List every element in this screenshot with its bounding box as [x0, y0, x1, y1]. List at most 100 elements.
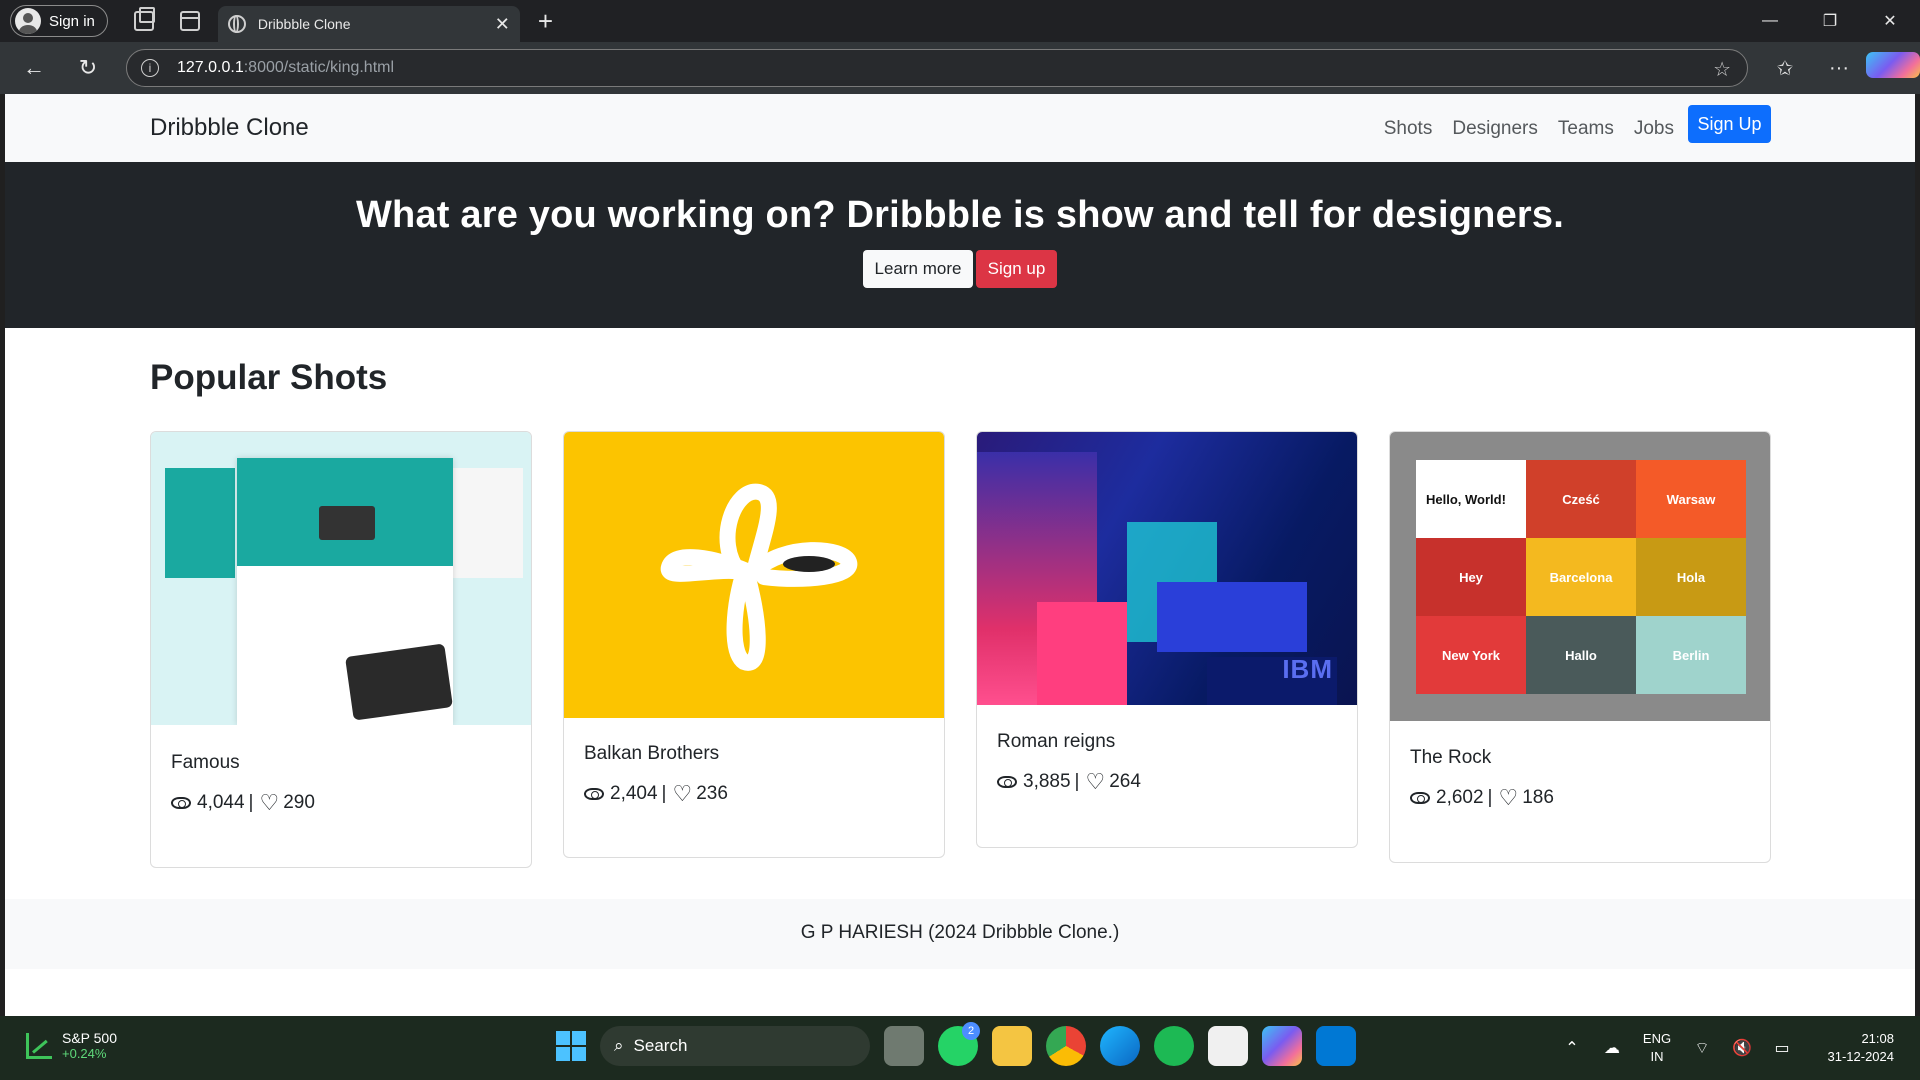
shot-card[interactable]: Famous 4,044 | ♡ 290 [150, 431, 532, 868]
edge-icon[interactable] [1100, 1026, 1140, 1066]
wifi-icon[interactable]: ⌔ [1682, 1038, 1722, 1058]
shot-title[interactable]: The Rock [1410, 747, 1770, 769]
reload-icon[interactable]: ↻ [68, 55, 108, 81]
shot-title[interactable]: Balkan Brothers [584, 743, 944, 765]
whatsapp-icon[interactable]: 2 [938, 1022, 980, 1066]
shot-thumbnail[interactable]: Hello, World! Cześć Warsaw Hey Barcelona… [1390, 432, 1770, 721]
browser-tab-bar: Sign in Dribbble Clone ✕ + — ❐ ✕ [0, 0, 1920, 42]
shot-thumbnail[interactable]: IBM [977, 432, 1357, 705]
url-input[interactable]: i 127.0.0.1 :8000/static/king.html ☆ [126, 49, 1748, 87]
city-cell: Cześć [1526, 460, 1636, 538]
likes-count: 236 [696, 783, 728, 804]
start-windows-icon[interactable] [556, 1031, 586, 1061]
nav-links: Shots Designers Teams Jobs Sign Up [1364, 105, 1771, 143]
shot-card[interactable]: Balkan Brothers 2,404 | ♡ 236 [563, 431, 945, 858]
learn-more-button[interactable]: Learn more [863, 250, 973, 288]
hero-banner: What are you working on? Dribbble is sho… [5, 162, 1915, 328]
url-host: 127.0.0.1 [177, 59, 244, 76]
site-brand[interactable]: Dribbble Clone [150, 114, 309, 142]
store-icon[interactable] [1208, 1026, 1248, 1066]
shot-card[interactable]: Hello, World! Cześć Warsaw Hey Barcelona… [1389, 431, 1771, 863]
shot-title[interactable]: Roman reigns [997, 731, 1357, 753]
nav-link-jobs[interactable]: Jobs [1634, 108, 1674, 140]
stat-separator: | [1074, 771, 1080, 792]
views-count: 2,602 [1436, 787, 1484, 808]
city-cell: Barcelona [1526, 538, 1636, 616]
file-explorer-icon[interactable] [992, 1026, 1032, 1066]
site-navbar: Dribbble Clone Shots Designers Teams Job… [5, 94, 1915, 162]
stat-separator: | [661, 783, 667, 804]
city-cell: New York [1416, 616, 1526, 694]
language-indicator[interactable]: ENG IN [1632, 1030, 1682, 1066]
shot-stats: 2,602 | ♡ 186 [1410, 787, 1770, 809]
clock[interactable]: 21:08 31-12-2024 [1802, 1030, 1895, 1066]
browser-tab-active[interactable]: Dribbble Clone ✕ [217, 6, 520, 42]
shot-thumbnail[interactable] [151, 432, 531, 725]
thumb-block-blue [1157, 582, 1307, 652]
page-viewport: Dribbble Clone Shots Designers Teams Job… [5, 94, 1915, 1016]
heart-icon[interactable]: ♡ [1085, 771, 1105, 793]
taskbar-search-label: Search [633, 1036, 688, 1055]
taskbar-apps: ⌕ Search 2 [556, 1022, 1356, 1066]
new-tab-button[interactable]: + [538, 6, 553, 37]
speaker-muted-icon[interactable]: 🔇 [1722, 1038, 1762, 1058]
vscode-icon[interactable] [1316, 1026, 1356, 1066]
restore-button[interactable]: ❐ [1800, 0, 1860, 42]
shot-thumbnail[interactable] [564, 432, 944, 718]
nav-link-teams[interactable]: Teams [1558, 108, 1614, 140]
heart-icon[interactable]: ♡ [1498, 787, 1518, 809]
close-window-button[interactable]: ✕ [1860, 0, 1920, 42]
system-tray: ⌃ ☁ ENG IN ⌔ 🔇 ▭ 21:08 31-12-2024 [1552, 1016, 1920, 1080]
heart-icon[interactable]: ♡ [672, 783, 692, 805]
nav-link-designers[interactable]: Designers [1452, 108, 1538, 140]
shot-card[interactable]: IBM Roman reigns 3,885 | ♡ 264 [976, 431, 1358, 848]
onedrive-icon[interactable]: ☁ [1592, 1038, 1632, 1058]
copilot-button[interactable] [1866, 52, 1920, 84]
thumb-laptop [319, 506, 375, 540]
favorites-icon[interactable]: ✩ [1758, 56, 1812, 81]
eye-icon [997, 776, 1017, 788]
shot-title[interactable]: Famous [171, 752, 531, 774]
views-count: 4,044 [197, 792, 245, 813]
taskbar-search-input[interactable]: ⌕ Search [600, 1026, 870, 1066]
city-cell: Warsaw [1636, 460, 1746, 538]
browser-address-bar: ← ↻ i 127.0.0.1 :8000/static/king.html ☆… [0, 42, 1920, 94]
search-icon: ⌕ [614, 1036, 624, 1055]
chevron-up-icon[interactable]: ⌃ [1552, 1038, 1592, 1058]
city-grid: Hello, World! Cześć Warsaw Hey Barcelona… [1416, 460, 1746, 694]
likes-count: 186 [1522, 787, 1554, 808]
heart-icon[interactable]: ♡ [259, 792, 279, 814]
nav-link-shots[interactable]: Shots [1384, 108, 1433, 140]
spotify-icon[interactable] [1154, 1026, 1194, 1066]
profile-sign-in-label: Sign in [49, 12, 95, 30]
chrome-icon[interactable] [1046, 1026, 1086, 1066]
nav-sign-up-button[interactable]: Sign Up [1688, 105, 1771, 143]
city-cell: Berlin [1636, 616, 1746, 694]
city-cell: Hola [1636, 538, 1746, 616]
thumb-side-panel-right [453, 468, 523, 578]
stock-widget[interactable]: S&P 500 +0.24% [26, 1030, 117, 1061]
more-options-icon[interactable]: ··· [1812, 57, 1866, 80]
hero-sign-up-button[interactable]: Sign up [976, 250, 1057, 288]
tab-actions-icon[interactable] [179, 11, 200, 31]
workspaces-icon[interactable] [133, 7, 155, 31]
battery-icon[interactable]: ▭ [1762, 1038, 1802, 1058]
tab-title: Dribbble Clone [257, 16, 351, 32]
site-info-icon[interactable]: i [141, 59, 159, 77]
favorite-star-icon[interactable]: ☆ [1713, 57, 1731, 82]
tab-close-icon[interactable]: ✕ [495, 14, 510, 35]
stock-chart-icon [26, 1032, 52, 1059]
back-arrow-icon[interactable]: ← [14, 55, 54, 81]
city-cell: Hey [1416, 538, 1526, 616]
profile-sign-in-button[interactable]: Sign in [10, 5, 108, 37]
windows-taskbar: S&P 500 +0.24% ⌕ Search 2 ⌃ ☁ ENG IN ⌔ 🔇… [0, 1016, 1920, 1080]
task-view-icon[interactable] [884, 1026, 924, 1066]
stat-separator: | [248, 792, 254, 813]
eye-icon [171, 797, 191, 809]
city-cell: Hello, World! [1416, 460, 1526, 538]
copilot-app-icon[interactable] [1262, 1026, 1302, 1066]
site-footer: G P HARIESH (2024 Dribbble Clone.) [5, 899, 1915, 969]
whatsapp-badge: 2 [962, 1022, 980, 1040]
minimize-button[interactable]: — [1740, 0, 1800, 42]
lang-code: ENG [1642, 1031, 1672, 1046]
